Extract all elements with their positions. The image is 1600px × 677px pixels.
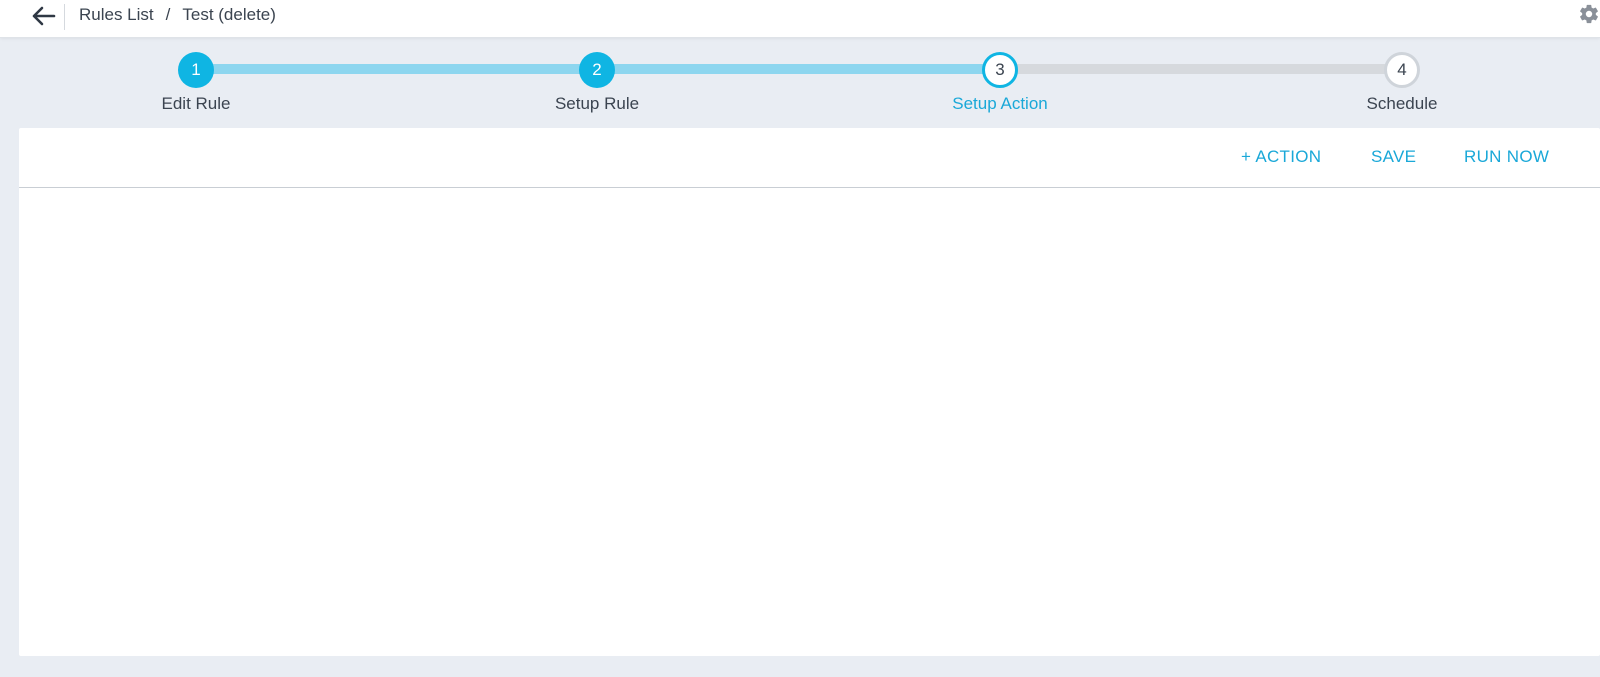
panel-toolbar: + ACTION SAVE RUN NOW [19, 128, 1600, 188]
step-label: Edit Rule [161, 94, 231, 113]
header-divider [64, 4, 65, 30]
breadcrumb-separator: / [165, 5, 171, 24]
settings-button[interactable] [1578, 3, 1600, 25]
run-now-button[interactable]: RUN NOW [1464, 147, 1549, 167]
panel-content-area [19, 189, 1600, 656]
step-setup-rule[interactable]: 2 Setup Rule [537, 52, 657, 114]
step-number: 3 [982, 52, 1018, 88]
step-edit-rule[interactable]: 1 Edit Rule [136, 52, 256, 114]
step-number: 2 [579, 52, 615, 88]
action-panel: + ACTION SAVE RUN NOW [19, 128, 1600, 656]
add-action-button[interactable]: + ACTION [1241, 147, 1321, 167]
top-bar: Rules List / Test (delete) [0, 0, 1600, 38]
gear-icon [1580, 4, 1598, 24]
step-number: 1 [178, 52, 214, 88]
save-button[interactable]: SAVE [1371, 147, 1416, 167]
breadcrumb: Rules List / Test (delete) [79, 5, 276, 25]
wizard-stepper: 1 Edit Rule 2 Setup Rule 3 Setup Action … [0, 38, 1600, 126]
step-number: 4 [1384, 52, 1420, 88]
arrow-left-icon [32, 6, 56, 26]
step-label: Schedule [1366, 94, 1438, 113]
breadcrumb-rules-list[interactable]: Rules List [79, 5, 154, 25]
back-button[interactable] [28, 3, 58, 29]
step-label: Setup Action [952, 94, 1048, 113]
step-schedule[interactable]: 4 Schedule [1342, 52, 1462, 114]
step-setup-action[interactable]: 3 Setup Action [940, 52, 1060, 114]
breadcrumb-current: Test (delete) [182, 5, 276, 24]
step-label: Setup Rule [554, 94, 640, 113]
